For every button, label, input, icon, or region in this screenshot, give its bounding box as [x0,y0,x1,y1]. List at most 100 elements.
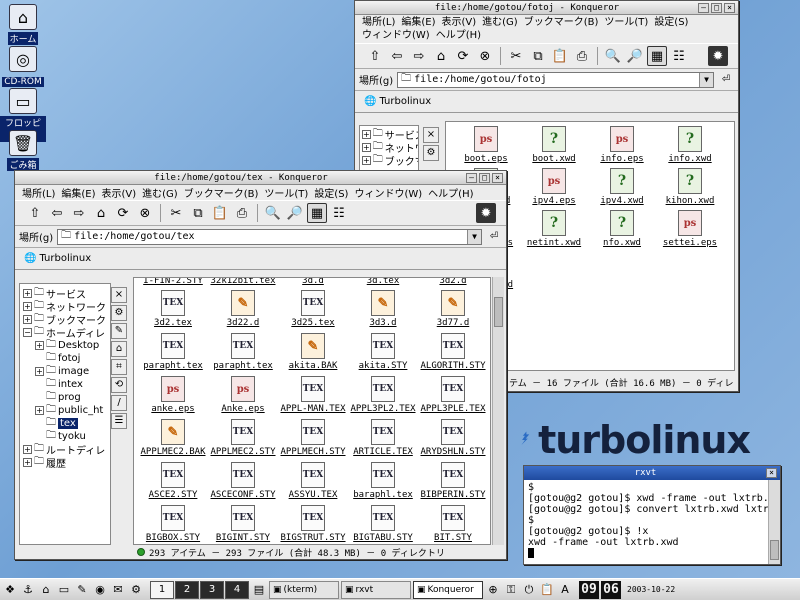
expander-icon[interactable]: + [35,367,44,376]
file-item[interactable]: ✎ 3d22.d [208,290,278,333]
reload-icon[interactable]: ⟳ [453,46,473,66]
file-item[interactable]: ✎ APPLMEC2.BAK [138,419,208,462]
forward-icon[interactable]: ⇨ [409,46,429,66]
file-item[interactable]: TEX BIT.STY [418,505,488,544]
vertical-scrollbar[interactable] [492,277,504,545]
file-item[interactable]: ps Anke.eps [208,376,278,419]
file-item[interactable]: TEX BIGINT.STY [208,505,278,544]
zoom-in-icon[interactable]: 🔍 [603,46,623,66]
expander-icon[interactable]: + [23,302,32,311]
desktop-icon[interactable]: 🗑 ごみ箱 [0,130,46,171]
icon-view-icon[interactable]: ▦ [307,203,327,223]
file-item[interactable]: ps settei.eps [656,210,724,252]
tree-item[interactable]: 🗀 prog [23,391,107,404]
home-icon[interactable]: ⌂ [91,203,111,223]
close-button[interactable]: × [766,468,777,478]
stop-icon[interactable]: ⊗ [135,203,155,223]
expander-icon[interactable]: + [362,143,371,152]
tree-item[interactable]: 🗀 fotoj [23,352,107,365]
terminal-icon[interactable]: ▭ [56,582,72,598]
file-item[interactable]: TEX APPL-MAN.TEX [278,376,348,419]
file-item[interactable]: TEX parapht.tex [138,333,208,376]
file-name-partial[interactable]: 3d.d [278,278,348,286]
menu-item[interactable]: ヘルプ(H) [433,29,484,42]
bookmark-icon[interactable]: ✎ [111,323,127,339]
list-view-icon[interactable]: ☷ [669,46,689,66]
taskbar-task[interactable]: ▣ Konqueror [413,580,483,599]
paste-icon[interactable]: 📋 [550,46,570,66]
menu-item[interactable]: 場所(L) [19,185,58,200]
menu-item[interactable]: ブックマーク(B) [521,16,602,29]
menu-item[interactable]: ウィンドウ(W) [359,29,433,42]
file-item[interactable]: ? boot.xwd [520,126,588,168]
location-input[interactable]: 🗀 file:/home/gotou/fotoj ▼ [397,71,714,88]
back-icon[interactable]: ⇦ [47,203,67,223]
lock-icon[interactable]: ⚿ [503,582,519,598]
menu-item[interactable]: 設定(S) [651,16,691,29]
file-name-partial[interactable]: 3d.tex [348,278,418,286]
file-item[interactable]: TEX BIGBOX.STY [138,505,208,544]
expander-icon[interactable]: + [23,315,32,324]
service-icon[interactable]: ⚙ [423,145,439,161]
file-item[interactable]: TEX ASCE2.STY [138,462,208,505]
file-item[interactable]: TEX APPLMEC2.STY [208,419,278,462]
expander-icon[interactable]: + [35,406,44,415]
menu-item[interactable]: 表示(V) [99,185,140,200]
menu-item[interactable]: ウィンドウ(W) [351,185,425,200]
expander-icon[interactable]: + [362,156,371,165]
desktop-2-button[interactable]: 2 [175,580,199,599]
zoom-out-icon[interactable]: 🔎 [625,46,645,66]
start-menu-icon[interactable]: ❖ [2,582,18,598]
tree-item[interactable]: + 🗀 履歴 [23,456,107,470]
expander-icon[interactable]: − [23,328,32,337]
copy-icon[interactable]: ⧉ [528,46,548,66]
terminal-output[interactable]: $ [gotou@g2 gotou]$ xwd -frame -out lxtrb… [524,480,768,564]
file-item[interactable]: ps boot.eps [452,126,520,168]
editor-icon[interactable]: ✎ [74,582,90,598]
go-icon[interactable]: ⏎ [486,229,502,245]
file-item[interactable]: TEX APPL3PL2.TEX [348,376,418,419]
root-icon[interactable]: / [111,395,127,411]
close-panel-icon[interactable]: × [423,127,439,143]
file-item[interactable]: TEX APPL3PLE.TEX [418,376,488,419]
close-panel-icon[interactable]: × [111,287,127,303]
menu-item[interactable]: ツール(T) [261,185,311,200]
text-icon[interactable]: A [557,582,573,598]
lifebuoy-icon[interactable]: ⊕ [485,582,501,598]
cut-icon[interactable]: ✂ [506,46,526,66]
file-item[interactable]: TEX ALGORITH.STY [418,333,488,376]
tree-item[interactable]: +🗀ブックマ… [362,154,418,168]
menu-item[interactable]: ツール(T) [601,16,651,29]
home-icon[interactable]: ⌂ [111,341,127,357]
menu-item[interactable]: 編集(E) [58,185,98,200]
file-item[interactable]: TEX 3d25.tex [278,290,348,333]
menu-item[interactable]: ヘルプ(H) [425,185,476,200]
window-titlebar[interactable]: file:/home/gotou/tex - Konqueror – □ × [15,171,506,185]
service-icon[interactable]: ⚙ [111,305,127,321]
print-icon[interactable]: ⎙ [232,203,252,223]
mail-icon[interactable]: ✉ [110,582,126,598]
desktop-icon[interactable]: ◎ CD-ROM [0,46,46,87]
stop-icon[interactable]: ⊗ [475,46,495,66]
terminal-scrollbar[interactable] [768,480,780,564]
file-item[interactable]: TEX parapht.tex [208,333,278,376]
cut-icon[interactable]: ✂ [166,203,186,223]
copy-icon[interactable]: ⧉ [188,203,208,223]
chevron-down-icon[interactable]: ▼ [699,72,713,87]
bookmark-turbolinux[interactable]: 🌐 Turbolinux [21,252,94,265]
home-icon[interactable]: ⌂ [38,582,54,598]
desktop-1-button[interactable]: 1 [150,580,174,599]
file-item[interactable]: TEX ASSYU.TEX [278,462,348,505]
home-icon[interactable]: ⌂ [431,46,451,66]
desktop-icon[interactable]: ⌂ ホーム [0,4,46,45]
file-item[interactable]: TEX BIGTABU.STY [348,505,418,544]
clipboard-icon[interactable]: 📋 [539,582,555,598]
file-item[interactable]: ? nfo.xwd [588,210,656,252]
power-icon[interactable]: ⏻ [521,582,537,598]
file-item[interactable]: TEX 3d2.tex [138,290,208,333]
konqueror-window-tex[interactable]: file:/home/gotou/tex - Konqueror – □ × 場… [14,170,507,560]
menu-item[interactable]: 進む(G) [139,185,181,200]
zoom-in-icon[interactable]: 🔍 [263,203,283,223]
tree-icon[interactable]: ☰ [111,413,127,429]
taskbar-task[interactable]: ▣ (kterm) [269,580,339,599]
